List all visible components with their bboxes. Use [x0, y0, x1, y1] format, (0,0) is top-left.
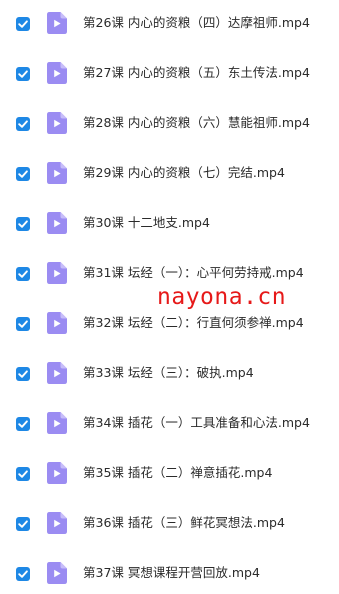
file-row[interactable]: 第29课 内心的资粮（七）完结.mp4 [0, 153, 339, 193]
file-name[interactable]: 第30课 十二地支.mp4 [83, 215, 210, 231]
file-name[interactable]: 第31课 坛经（一）：心平何劳持戒.mp4 [83, 265, 304, 281]
file-row[interactable]: 第26课 内心的资粮（四）达摩祖师.mp4 [0, 3, 339, 43]
checked-checkbox[interactable] [16, 467, 30, 481]
video-file-icon [47, 312, 67, 334]
checked-checkbox[interactable] [16, 117, 30, 131]
file-name[interactable]: 第36课 插花（三）鲜花冥想法.mp4 [83, 515, 285, 531]
checked-checkbox[interactable] [16, 567, 30, 581]
video-file-icon [47, 562, 67, 584]
file-row[interactable]: 第33课 坛经（三）：破执.mp4 [0, 353, 339, 393]
file-name[interactable]: 第34课 插花（一）工具准备和心法.mp4 [83, 415, 310, 431]
file-name[interactable]: 第35课 插花（二）禅意插花.mp4 [83, 465, 272, 481]
video-file-icon [47, 12, 67, 34]
checked-checkbox[interactable] [16, 167, 30, 181]
file-name[interactable]: 第33课 坛经（三）：破执.mp4 [83, 365, 254, 381]
file-name[interactable]: 第28课 内心的资粮（六）慧能祖师.mp4 [83, 115, 310, 131]
file-row[interactable]: 第30课 十二地支.mp4 [0, 203, 339, 243]
file-row[interactable]: 第27课 内心的资粮（五）东土传法.mp4 [0, 53, 339, 93]
checked-checkbox[interactable] [16, 217, 30, 231]
file-name[interactable]: 第29课 内心的资粮（七）完结.mp4 [83, 165, 285, 181]
checked-checkbox[interactable] [16, 267, 30, 281]
file-name[interactable]: 第32课 坛经（二）：行直何须参禅.mp4 [83, 315, 304, 331]
checked-checkbox[interactable] [16, 67, 30, 81]
video-file-icon [47, 112, 67, 134]
video-file-icon [47, 62, 67, 84]
video-file-icon [47, 362, 67, 384]
video-file-icon [47, 412, 67, 434]
file-row[interactable]: 第35课 插花（二）禅意插花.mp4 [0, 453, 339, 493]
checked-checkbox[interactable] [16, 17, 30, 31]
video-file-icon [47, 262, 67, 284]
file-row[interactable]: 第28课 内心的资粮（六）慧能祖师.mp4 [0, 103, 339, 143]
file-name[interactable]: 第37课 冥想课程开营回放.mp4 [83, 565, 260, 581]
checked-checkbox[interactable] [16, 417, 30, 431]
checked-checkbox[interactable] [16, 367, 30, 381]
file-row[interactable]: 第37课 冥想课程开营回放.mp4 [0, 553, 339, 593]
file-row[interactable]: 第34课 插花（一）工具准备和心法.mp4 [0, 403, 339, 443]
video-file-icon [47, 462, 67, 484]
video-file-icon [47, 162, 67, 184]
video-file-icon [47, 212, 67, 234]
watermark: nayona.cn [157, 284, 287, 310]
file-row[interactable]: 第36课 插花（三）鲜花冥想法.mp4 [0, 503, 339, 543]
file-name[interactable]: 第27课 内心的资粮（五）东土传法.mp4 [83, 65, 310, 81]
file-name[interactable]: 第26课 内心的资粮（四）达摩祖师.mp4 [83, 15, 310, 31]
checked-checkbox[interactable] [16, 317, 30, 331]
checked-checkbox[interactable] [16, 517, 30, 531]
video-file-icon [47, 512, 67, 534]
